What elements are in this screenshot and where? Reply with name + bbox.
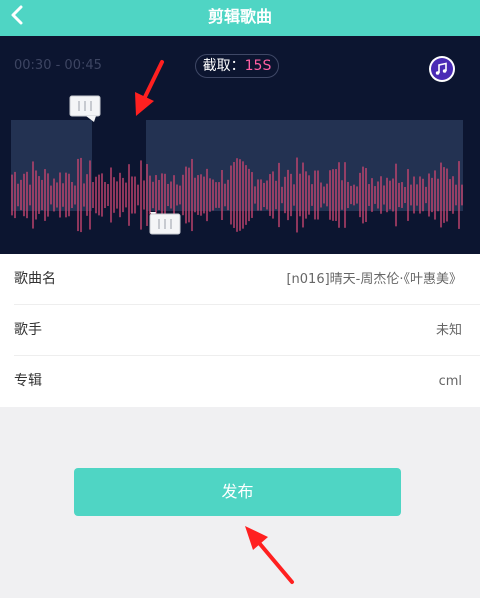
right-unselected-region bbox=[146, 120, 463, 211]
song-name-value: [n016]晴天-周杰伦·《叶惠美》 bbox=[286, 272, 462, 287]
album-label: 专辑 bbox=[14, 373, 42, 389]
publish-button[interactable]: 发布 bbox=[74, 468, 401, 516]
singer-row[interactable]: 歌手 未知 bbox=[0, 305, 480, 356]
song-info-list: 歌曲名 [n016]晴天-周杰伦·《叶惠美》 歌手 未知 专辑 cml bbox=[0, 254, 480, 407]
singer-label: 歌手 bbox=[14, 322, 42, 338]
page-title: 剪辑歌曲 bbox=[207, 7, 272, 26]
top-bar: 剪辑歌曲 bbox=[0, 0, 480, 36]
clip-start-handle[interactable] bbox=[69, 95, 101, 122]
singer-value: 未知 bbox=[435, 323, 462, 338]
audio-editor: 00:30 - 00:45 截取：15S bbox=[0, 36, 480, 254]
song-name-row[interactable]: 歌曲名 [n016]晴天-周杰伦·《叶惠美》 bbox=[0, 254, 480, 305]
album-value: cml bbox=[438, 374, 462, 389]
album-row[interactable]: 专辑 cml bbox=[0, 356, 480, 407]
clip-end-handle[interactable] bbox=[149, 212, 181, 235]
waveform-area bbox=[11, 95, 463, 235]
annotation-arrow-icon bbox=[245, 526, 294, 584]
song-name-label: 歌曲名 bbox=[14, 271, 56, 287]
